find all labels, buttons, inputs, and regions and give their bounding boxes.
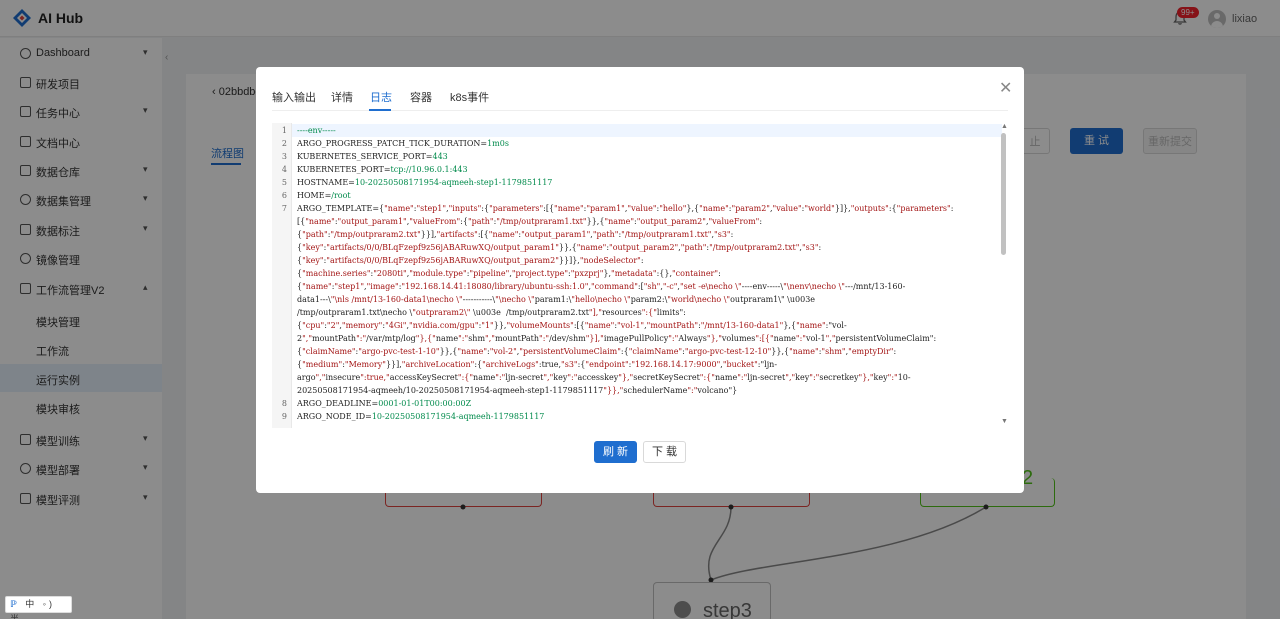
line-number: 7	[281, 204, 287, 213]
log-line: 2","mountPath":"/var/mtp/log"},{"name":"…	[297, 334, 937, 343]
log-line: {"claimName":"argo-pvc-test-1-10"}},{"na…	[297, 347, 897, 356]
log-line: ARGO_TEMPLATE={"name":"step1","inputs":{…	[297, 204, 954, 213]
scrollbar-thumb[interactable]	[1001, 133, 1006, 255]
line-number: 6	[281, 191, 287, 200]
log-line: [{"name":"output_param1","valueFrom":{"p…	[297, 217, 763, 226]
log-line: ARGO_NODE_ID=10-20250508171954-aqmeeh-11…	[297, 412, 545, 421]
log-line: HOME=/root	[297, 191, 351, 200]
log-line: /tmp/outpraram1.txt\necho \"outpraram2\"…	[297, 308, 686, 317]
tab-details[interactable]: 详情	[331, 89, 353, 105]
ime-logo-icon: ℙ	[10, 599, 20, 609]
close-icon[interactable]: ✕	[999, 78, 1012, 98]
scroll-down-arrow-icon[interactable]: ▼	[1001, 418, 1008, 425]
log-modal: 输入输出 详情 日志 容器 k8s事件 ✕ 1 ----env----- 2 ARGO…	[256, 67, 1024, 493]
line-number: 2	[281, 139, 287, 148]
line-number: 5	[281, 178, 287, 187]
tab-containers[interactable]: 容器	[410, 89, 432, 105]
log-line: {"key":"artifacts/0/0/BLqFzepf9z56jABARu…	[297, 256, 644, 265]
log-line: HOSTNAME=10-20250508171954-aqmeeh-step1-…	[297, 178, 553, 187]
log-line: ARGO_PROGRESS_PATCH_TICK_DURATION=1m0s	[297, 139, 509, 148]
tab-k8s-events[interactable]: k8s事件	[450, 89, 489, 105]
tab-logs[interactable]: 日志	[370, 89, 392, 105]
line-number: 4	[281, 165, 287, 174]
log-line: {"medium":"Memory"}}],"archiveLocation":…	[297, 360, 778, 369]
log-line: 20250508171954-aqmeeh/10-20250508171954-…	[297, 386, 738, 395]
log-scrollbar[interactable]: ▲ ▼	[1000, 123, 1008, 428]
refresh-button[interactable]: 刷 新	[594, 441, 637, 463]
ime-toolbar[interactable]: ℙ 中 ◦) 半	[5, 596, 72, 619]
log-line: KUBERNETES_SERVICE_PORT=443	[297, 152, 448, 161]
log-line: ----env-----	[297, 126, 336, 135]
log-line: {"key":"artifacts/0/0/BLqFzepf9z56jABARu…	[297, 243, 822, 252]
scroll-up-arrow-icon[interactable]: ▲	[1001, 123, 1008, 130]
line-number: 3	[281, 152, 287, 161]
active-tab-underline	[369, 109, 391, 111]
log-line: argo","insecure":true,"accessKeySecret":…	[297, 373, 911, 382]
log-line: {"path":"/tmp/outpraram2.txt"}}],"artifa…	[297, 230, 734, 239]
download-button[interactable]: 下 载	[643, 441, 686, 463]
log-line: ARGO_DEADLINE=0001-01-01T00:00:00Z	[297, 399, 472, 408]
log-line: data1---\"\nls /mnt/13-160-data1\necho \…	[297, 295, 816, 304]
tab-io[interactable]: 输入输出	[272, 89, 316, 105]
log-line: {"cpu":"2","memory":"4Gi","nvidia.com/gp…	[297, 321, 847, 330]
log-line: {"name":"step1","image":"192.168.14.41:1…	[297, 282, 906, 291]
line-number: 1	[281, 126, 287, 135]
log-line: {"machine.series":"2080ti","module.type"…	[297, 269, 721, 278]
line-number: 9	[281, 412, 287, 421]
line-number: 8	[281, 399, 287, 408]
log-line: KUBERNETES_PORT=tcp://10.96.0.1:443	[297, 165, 468, 174]
log-viewer[interactable]: 1 ----env----- 2 ARGO_PROGRESS_PATCH_TICK_D…	[272, 123, 1008, 428]
